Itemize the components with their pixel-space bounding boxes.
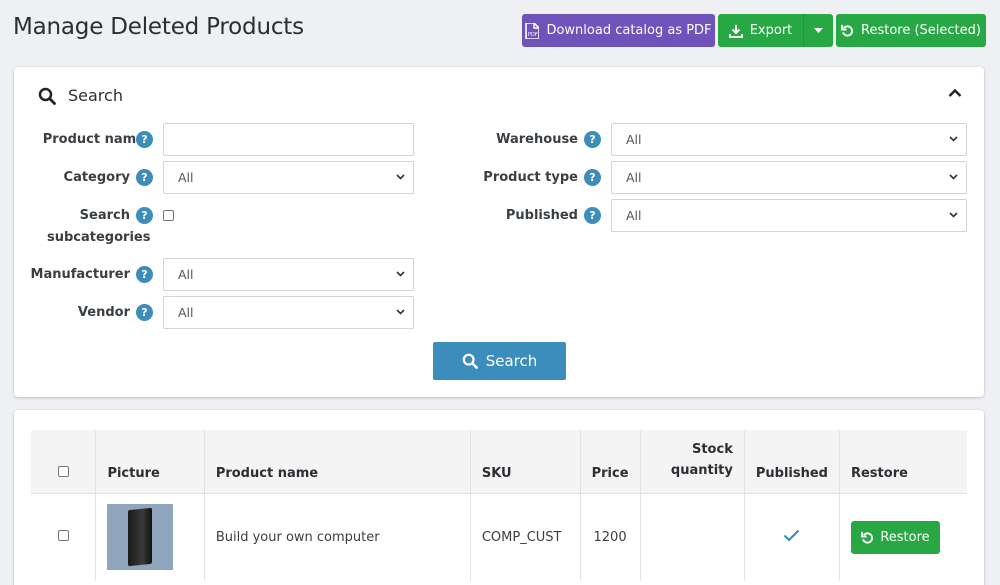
- product-name-column-header: Product name: [204, 430, 471, 494]
- chevron-down-icon: [949, 174, 958, 180]
- category-select[interactable]: All: [163, 161, 414, 194]
- picture-cell: [95, 493, 205, 581]
- manufacturer-select[interactable]: All: [163, 258, 414, 291]
- page-title: Manage Deleted Products: [13, 14, 304, 40]
- published-label: Published: [505, 208, 578, 223]
- caret-down-icon: [814, 27, 823, 33]
- chevron-down-icon: [949, 212, 958, 218]
- product-type-value: All: [626, 170, 642, 185]
- published-column-header: Published: [744, 430, 840, 494]
- export-label: Export: [749, 23, 793, 38]
- computer-tower-image: [128, 507, 153, 567]
- product-name-cell: Build your own computer: [204, 493, 471, 581]
- help-icon[interactable]: ?: [136, 131, 153, 148]
- published-value: All: [626, 208, 642, 223]
- search-icon: [462, 353, 478, 369]
- search-subcategories-checkbox[interactable]: [163, 210, 174, 221]
- products-table-panel: Picture Product name SKU Price Stock qua…: [14, 410, 984, 585]
- warehouse-label: Warehouse: [496, 132, 578, 147]
- help-icon[interactable]: ?: [136, 304, 153, 321]
- product-type-label: Product type: [483, 170, 578, 185]
- sku-cell: COMP_CUST: [470, 493, 581, 581]
- product-type-select[interactable]: All: [611, 161, 967, 194]
- vendor-value: All: [178, 305, 194, 320]
- restore-button-label: Restore: [880, 529, 930, 545]
- price-column-header: Price: [580, 430, 641, 494]
- restore-selected-label: Restore (Selected): [861, 23, 981, 38]
- search-button-label: Search: [485, 352, 538, 370]
- help-icon[interactable]: ?: [136, 169, 153, 186]
- warehouse-select[interactable]: All: [611, 123, 967, 156]
- undo-icon: [841, 24, 853, 37]
- select-all-header: [31, 430, 97, 494]
- chevron-down-icon: [396, 309, 405, 315]
- chevron-down-icon: [396, 271, 405, 277]
- published-select[interactable]: All: [611, 199, 967, 232]
- warehouse-value: All: [626, 132, 642, 147]
- restore-selected-button[interactable]: Restore (Selected): [836, 14, 986, 47]
- checkmark-icon: [784, 529, 800, 542]
- vendor-select[interactable]: All: [163, 296, 414, 329]
- help-icon[interactable]: ?: [136, 266, 153, 283]
- help-icon[interactable]: ?: [136, 207, 153, 224]
- download-catalog-pdf-label: Download catalog as PDF: [546, 23, 712, 38]
- published-cell: [744, 493, 840, 581]
- manufacturer-value: All: [178, 267, 194, 282]
- download-catalog-pdf-button[interactable]: PDF Download catalog as PDF: [522, 14, 715, 47]
- product-thumbnail: [107, 504, 174, 571]
- chevron-down-icon: [396, 174, 405, 180]
- chevron-down-icon: [949, 136, 958, 142]
- stock-header-line-2: quantity: [670, 462, 733, 478]
- restore-column-header: Restore: [839, 430, 967, 494]
- help-icon[interactable]: ?: [584, 131, 601, 148]
- table-row: Build your own computer COMP_CUST 1200 R…: [31, 493, 967, 581]
- restore-button[interactable]: Restore: [850, 520, 940, 554]
- row-select-cell: [31, 493, 97, 581]
- chevron-up-icon[interactable]: [948, 88, 962, 98]
- search-panel-title: Search: [68, 86, 123, 105]
- picture-column-header: Picture: [95, 430, 205, 494]
- select-all-checkbox[interactable]: [57, 465, 69, 477]
- search-panel: Search Product name ? Category ? All Sea…: [14, 67, 984, 397]
- manufacturer-label: Manufacturer: [30, 267, 130, 282]
- product-name-label: Product name: [42, 132, 145, 147]
- search-subcategories-label: Search: [79, 208, 130, 223]
- vendor-label: Vendor: [77, 305, 130, 320]
- price-cell: 1200: [580, 493, 641, 581]
- search-icon: [38, 87, 56, 105]
- search-panel-header[interactable]: Search: [38, 86, 123, 105]
- stock-header-line-1: Stock: [691, 441, 733, 457]
- page-header: Manage Deleted Products PDF Download cat…: [0, 0, 1000, 60]
- search-button[interactable]: Search: [433, 342, 566, 380]
- export-button[interactable]: Export: [718, 14, 803, 47]
- restore-cell: Restore: [839, 493, 967, 581]
- svg-text:PDF: PDF: [528, 32, 538, 38]
- product-name-input[interactable]: [163, 123, 414, 156]
- sku-column-header: SKU: [470, 430, 581, 494]
- help-icon[interactable]: ?: [584, 207, 601, 224]
- search-subcategories-label-2: subcategories: [47, 230, 151, 245]
- stock-quantity-column-header: Stock quantity: [640, 430, 745, 494]
- category-label: Category: [63, 170, 130, 185]
- category-value: All: [178, 170, 194, 185]
- export-dropdown-toggle[interactable]: [803, 14, 833, 47]
- row-checkbox[interactable]: [57, 529, 69, 541]
- table-header-row: Picture Product name SKU Price Stock qua…: [31, 430, 967, 494]
- stock-cell: [640, 493, 745, 581]
- undo-icon: [861, 531, 874, 544]
- products-table: Picture Product name SKU Price Stock qua…: [31, 430, 967, 581]
- pdf-file-icon: PDF: [525, 22, 540, 39]
- download-icon: [728, 24, 743, 38]
- help-icon[interactable]: ?: [584, 169, 601, 186]
